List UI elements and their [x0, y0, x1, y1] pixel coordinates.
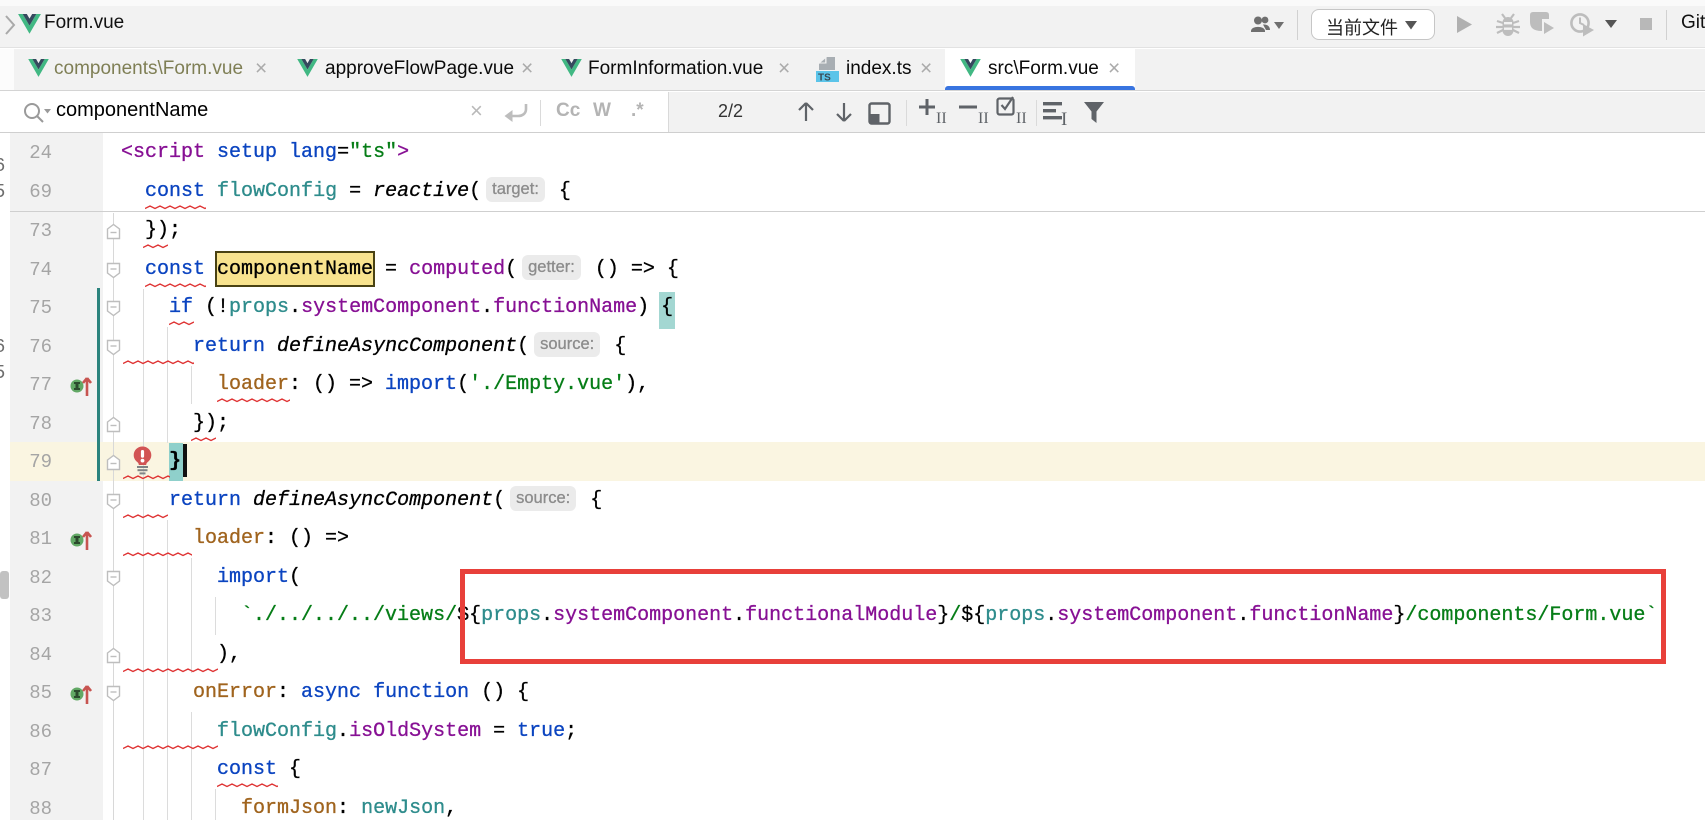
svg-text:TS: TS	[818, 73, 831, 83]
svg-text:II: II	[936, 110, 947, 125]
svg-text:II: II	[1016, 110, 1027, 125]
svg-text:II: II	[978, 110, 989, 125]
svg-text:I: I	[1061, 109, 1067, 127]
